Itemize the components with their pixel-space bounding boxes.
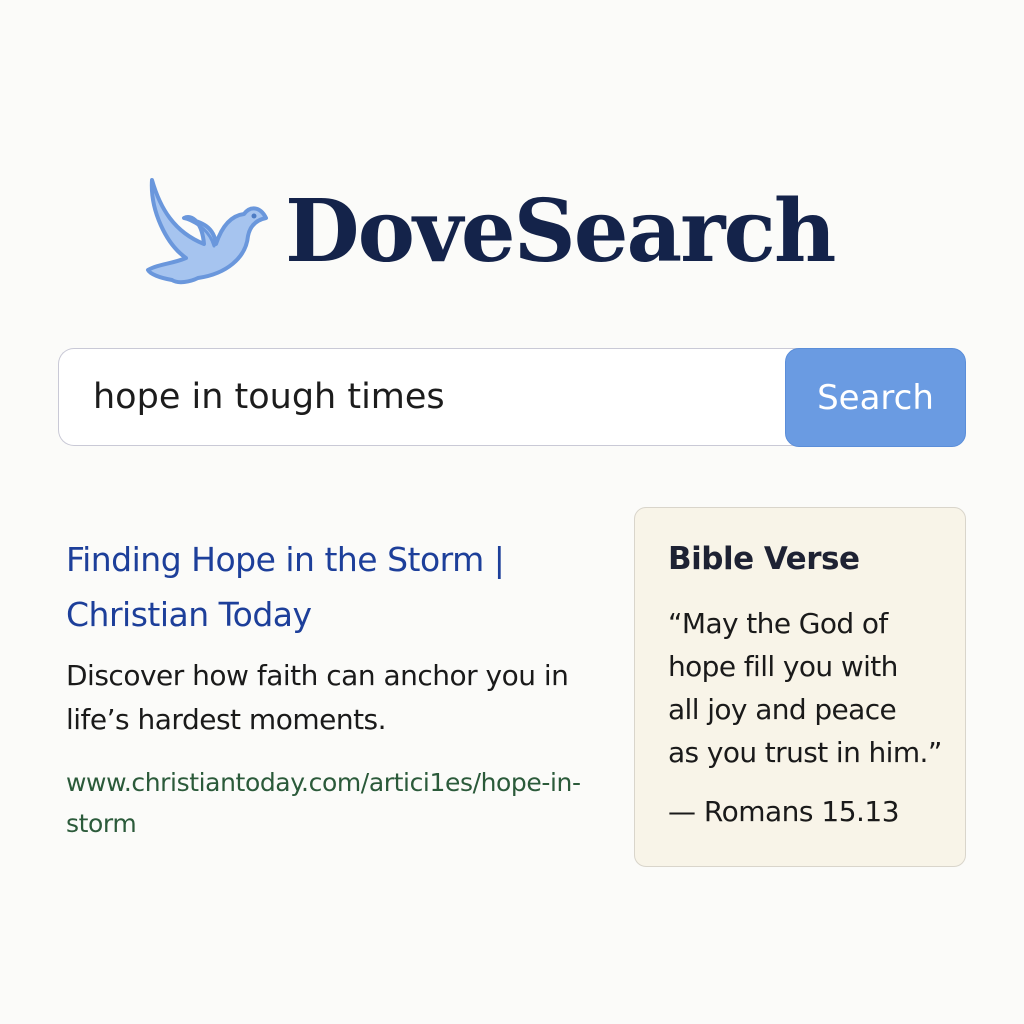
bible-verse-card: Bible Verse “May the God of hope fill yo…	[634, 507, 966, 867]
verse-card-heading: Bible Verse	[668, 541, 860, 577]
search-button[interactable]: Search	[785, 348, 966, 447]
logo-text: DoveSearch	[285, 181, 836, 282]
dove-icon	[146, 178, 268, 285]
result-title-link[interactable]: Finding Hope in the Storm | Christian To…	[66, 532, 586, 642]
result-url[interactable]: www.christiantoday.com/artici1es/hope-in…	[66, 762, 586, 844]
search-bar: Search	[58, 348, 966, 448]
verse-text: “May the God of hope fill you with all j…	[668, 607, 942, 769]
logo: DoveSearch	[144, 170, 884, 300]
search-result: Finding Hope in the Storm | Christian To…	[66, 532, 586, 844]
verse-reference: — Romans 15.13	[668, 795, 900, 828]
result-snippet: Discover how faith can anchor you in lif…	[66, 659, 569, 736]
search-input[interactable]	[58, 348, 818, 446]
